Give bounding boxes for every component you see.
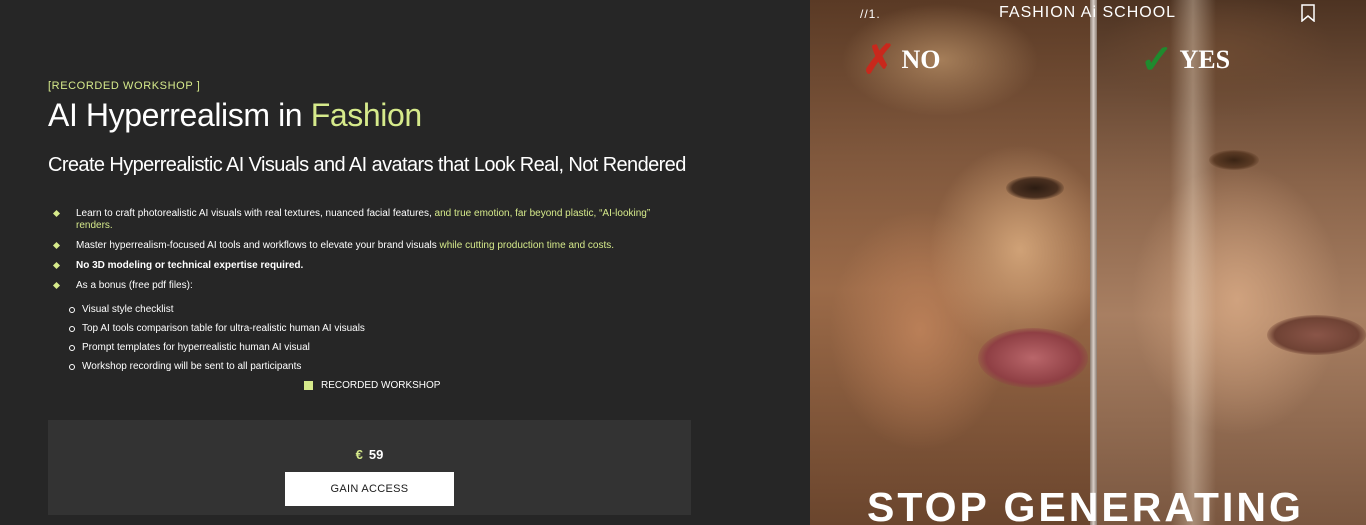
- hero-brand: FASHION Ai SCHOOL: [999, 4, 1177, 21]
- bonus-text: Workshop recording will be sent to all p…: [82, 361, 302, 372]
- gain-access-button[interactable]: GAIN ACCESS: [285, 472, 454, 506]
- cross-icon: ✗: [862, 37, 896, 82]
- model-face-no: [810, 0, 1093, 525]
- title-accent: Fashion: [310, 97, 422, 133]
- diamond-bullet-icon: [52, 281, 61, 290]
- title-prefix: AI Hyperrealism in: [48, 97, 311, 133]
- bonus-text: Visual style checklist: [82, 304, 174, 315]
- model-face-yes: [1097, 0, 1366, 525]
- feature-item: Learn to craft photorealistic AI visuals…: [48, 208, 668, 232]
- page-subtitle: Create Hyperrealistic AI Visuals and AI …: [48, 154, 686, 176]
- feature-text: No 3D modeling or technical expertise re…: [76, 260, 304, 271]
- eye-left-shape: [1006, 176, 1064, 200]
- feature-item: Master hyperrealism-focused AI tools and…: [48, 240, 668, 252]
- split-divider: [1090, 0, 1097, 525]
- bonus-text: Prompt templates for hyperrealistic huma…: [82, 342, 310, 353]
- square-icon: [304, 381, 313, 390]
- workshop-eyebrow: [RECORDED WORKSHOP ]: [48, 80, 201, 92]
- bonus-item: Visual style checklist: [68, 304, 365, 316]
- circle-bullet-icon: [69, 364, 75, 370]
- yes-label: ✓ YES: [1140, 40, 1230, 80]
- feature-highlight: while cutting production time and costs.: [439, 240, 615, 251]
- bonus-list: Visual style checklist Top AI tools comp…: [68, 304, 365, 380]
- bonus-text: Top AI tools comparison table for ultra-…: [82, 323, 365, 334]
- hero-number: //1.: [860, 7, 881, 21]
- diamond-bullet-icon: [52, 241, 61, 250]
- hero-headline: STOP GENERATING: [867, 484, 1304, 525]
- bonus-item: Workshop recording will be sent to all p…: [68, 361, 365, 373]
- lips-right-shape: [1267, 315, 1366, 355]
- lips-left-shape: [978, 328, 1088, 388]
- workshop-panel: [RECORDED WORKSHOP ] AI Hyperrealism in …: [0, 0, 810, 525]
- diamond-bullet-icon: [52, 209, 61, 218]
- price: €59: [48, 447, 691, 462]
- currency-symbol: €: [355, 447, 363, 462]
- feature-item: No 3D modeling or technical expertise re…: [48, 260, 668, 272]
- circle-bullet-icon: [69, 307, 75, 313]
- circle-bullet-icon: [69, 326, 75, 332]
- feature-text: Master hyperrealism-focused AI tools and…: [76, 240, 440, 251]
- workshop-type-tag: RECORDED WORKSHOP: [304, 380, 440, 391]
- feature-item: As a bonus (free pdf files):: [48, 280, 668, 292]
- tag-label: RECORDED WORKSHOP: [321, 380, 441, 391]
- page-title: AI Hyperrealism in Fashion: [48, 97, 422, 134]
- no-text: NO: [901, 45, 941, 74]
- feature-text: Learn to craft photorealistic AI visuals…: [76, 208, 435, 219]
- bonus-item: Prompt templates for hyperrealistic huma…: [68, 342, 365, 354]
- feature-list: Learn to craft photorealistic AI visuals…: [48, 208, 668, 300]
- diamond-bullet-icon: [52, 261, 61, 270]
- price-amount: 59: [368, 447, 384, 462]
- hero-image: //1. FASHION Ai SCHOOL ✗ NO ✓ YES STOP G…: [810, 0, 1366, 525]
- no-label: ✗ NO: [862, 40, 941, 80]
- bonus-item: Top AI tools comparison table for ultra-…: [68, 323, 365, 335]
- bookmark-icon[interactable]: [1300, 4, 1316, 22]
- circle-bullet-icon: [69, 345, 75, 351]
- feature-text: As a bonus (free pdf files):: [76, 280, 193, 291]
- yes-text: YES: [1179, 45, 1231, 74]
- check-icon: ✓: [1140, 37, 1174, 82]
- eye-right-shape: [1209, 150, 1259, 170]
- price-box: €59 GAIN ACCESS: [48, 420, 691, 515]
